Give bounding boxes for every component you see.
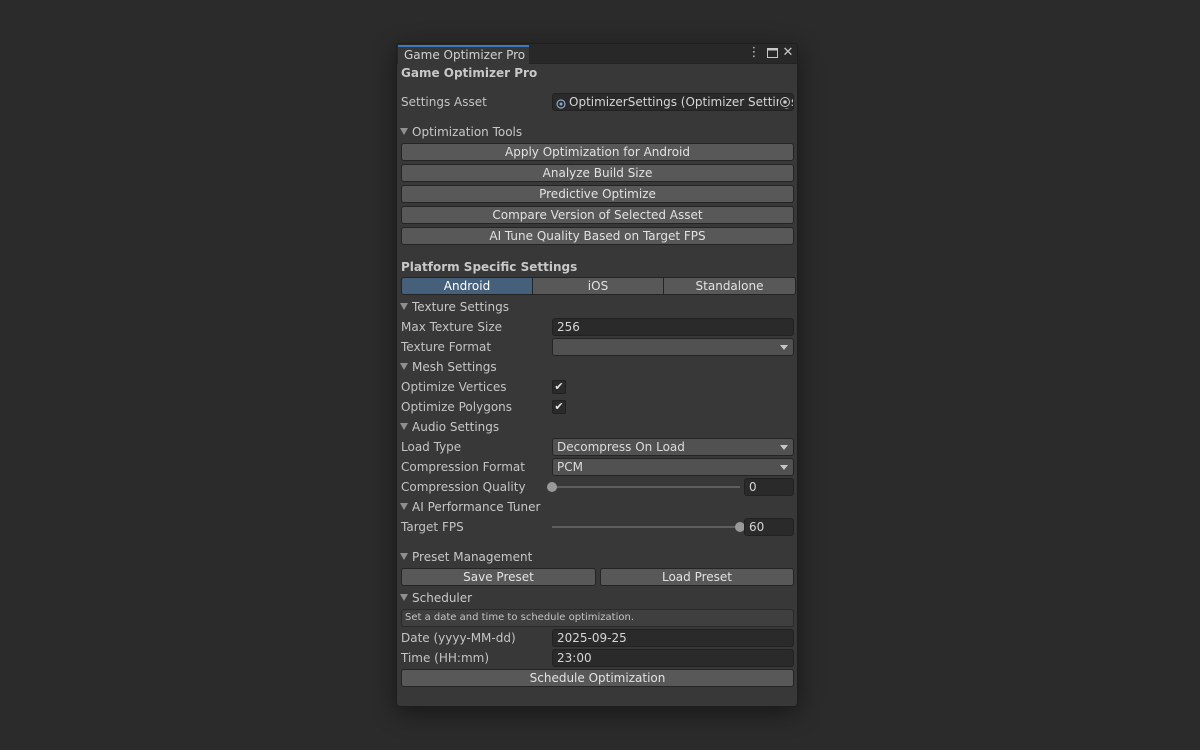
texture-format-label: Texture Format	[401, 340, 492, 354]
date-field[interactable]: 2025-09-25	[552, 629, 794, 647]
max-texture-size-field[interactable]: 256	[552, 318, 794, 336]
window-tab[interactable]: Game Optimizer Pro	[398, 45, 529, 64]
panel-title: Game Optimizer Pro	[401, 66, 538, 80]
texture-format-dropdown[interactable]	[552, 338, 794, 356]
load-type-value: Decompress On Load	[557, 440, 685, 454]
optimize-polygons-checkbox[interactable]: ✔	[552, 400, 566, 414]
settings-asset-label: Settings Asset	[401, 95, 487, 109]
target-fps-label: Target FPS	[401, 520, 464, 534]
predictive-optimize-button[interactable]: Predictive Optimize	[401, 185, 794, 203]
optimize-vertices-checkbox[interactable]: ✔	[552, 380, 566, 394]
dropdown-arrow-icon	[780, 345, 788, 350]
dropdown-arrow-icon	[780, 445, 788, 450]
compression-quality-slider[interactable]	[547, 482, 740, 492]
scheduler-help-box: Set a date and time to schedule optimiza…	[401, 609, 794, 627]
close-icon[interactable]: ✕	[780, 45, 796, 61]
target-fps-field[interactable]: 60	[744, 518, 794, 536]
foldout-arrow-icon	[400, 553, 408, 560]
compression-quality-label: Compression Quality	[401, 480, 526, 494]
compression-format-label: Compression Format	[401, 460, 525, 474]
compare-version-button[interactable]: Compare Version of Selected Asset	[401, 206, 794, 224]
apply-optimization-button[interactable]: Apply Optimization for Android	[401, 143, 794, 161]
load-type-dropdown[interactable]: Decompress On Load	[552, 438, 794, 456]
analyze-build-size-button[interactable]: Analyze Build Size	[401, 164, 794, 182]
inspector-content: Game Optimizer Pro Settings Asset Optimi…	[400, 64, 796, 706]
settings-asset-field[interactable]: OptimizerSettings (Optimizer Settings)	[552, 93, 794, 111]
more-options-icon[interactable]: ⋮	[746, 45, 762, 61]
save-preset-button[interactable]: Save Preset	[401, 568, 596, 586]
platform-settings-heading: Platform Specific Settings	[401, 260, 578, 274]
maximize-icon[interactable]	[764, 45, 780, 61]
foldout-scheduler[interactable]: Scheduler	[400, 589, 472, 607]
tab-ios[interactable]: iOS	[532, 277, 664, 295]
foldout-texture-settings[interactable]: Texture Settings	[400, 298, 509, 316]
time-label: Time (HH:mm)	[401, 651, 490, 665]
foldout-arrow-icon	[400, 128, 408, 135]
foldout-arrow-icon	[400, 303, 408, 310]
foldout-optimization-tools[interactable]: Optimization Tools	[400, 123, 522, 141]
compression-format-dropdown[interactable]: PCM	[552, 458, 794, 476]
slider-thumb[interactable]	[547, 482, 557, 492]
compression-quality-field[interactable]: 0	[744, 478, 794, 496]
compression-format-value: PCM	[557, 460, 583, 474]
ai-tune-quality-button[interactable]: AI Tune Quality Based on Target FPS	[401, 227, 794, 245]
platform-tabs: Android iOS Standalone	[401, 277, 796, 295]
tab-android[interactable]: Android	[401, 277, 533, 295]
settings-asset-value: OptimizerSettings (Optimizer Settings)	[569, 95, 794, 109]
foldout-arrow-icon	[400, 503, 408, 510]
foldout-ai-performance-tuner[interactable]: AI Performance Tuner	[400, 498, 540, 516]
schedule-optimization-button[interactable]: Schedule Optimization	[401, 669, 794, 687]
foldout-arrow-icon	[400, 363, 408, 370]
foldout-preset-management[interactable]: Preset Management	[400, 548, 532, 566]
foldout-arrow-icon	[400, 594, 408, 601]
foldout-mesh-settings[interactable]: Mesh Settings	[400, 358, 497, 376]
date-label: Date (yyyy-MM-dd)	[401, 631, 516, 645]
foldout-audio-settings[interactable]: Audio Settings	[400, 418, 499, 436]
editor-window: Game Optimizer Pro ⋮ ✕ Game Optimizer Pr…	[396, 43, 798, 707]
dropdown-arrow-icon	[780, 465, 788, 470]
time-field[interactable]: 23:00	[552, 649, 794, 667]
tab-standalone[interactable]: Standalone	[663, 277, 796, 295]
load-preset-button[interactable]: Load Preset	[600, 568, 794, 586]
load-type-label: Load Type	[401, 440, 462, 454]
optimize-vertices-label: Optimize Vertices	[401, 380, 507, 394]
foldout-arrow-icon	[400, 423, 408, 430]
window-titlebar: Game Optimizer Pro ⋮ ✕	[397, 44, 797, 64]
target-fps-slider[interactable]	[552, 522, 745, 532]
checkmark-icon: ✔	[554, 380, 564, 393]
max-texture-size-label: Max Texture Size	[401, 320, 502, 334]
object-picker-icon[interactable]	[779, 96, 791, 108]
scriptable-object-icon	[556, 97, 566, 109]
optimize-polygons-label: Optimize Polygons	[401, 400, 513, 414]
checkmark-icon: ✔	[554, 400, 564, 413]
